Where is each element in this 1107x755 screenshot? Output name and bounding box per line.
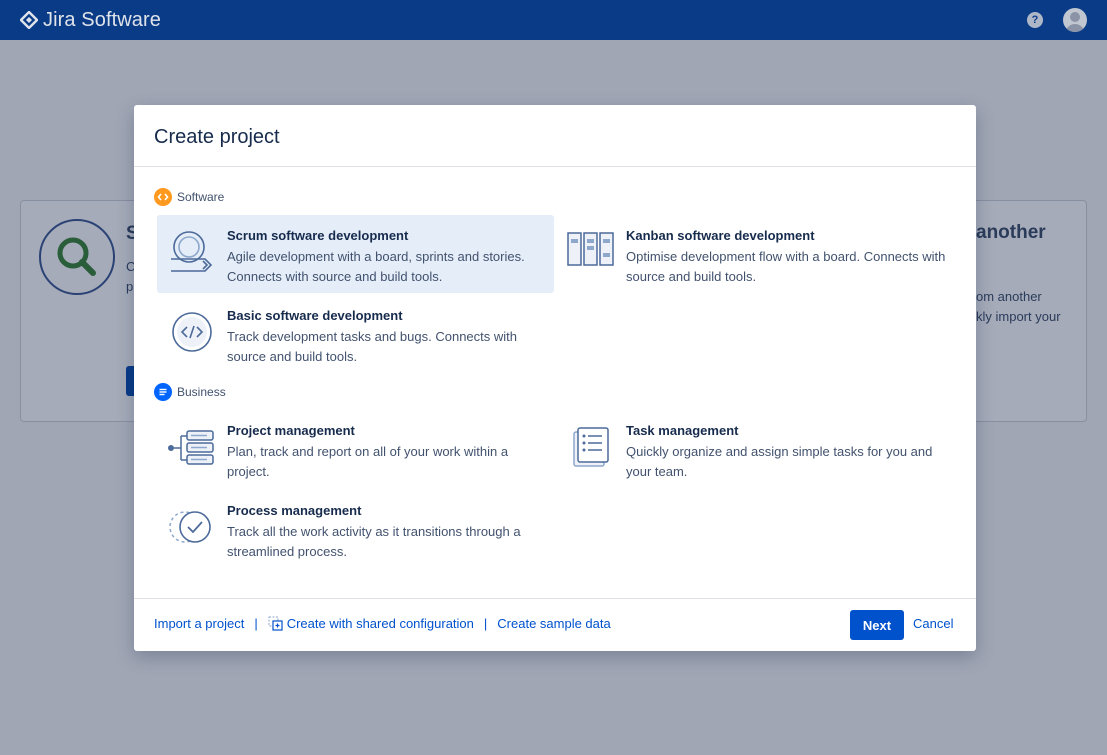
create-shared-config-label: Create with shared configuration (286, 616, 474, 631)
option-process-management[interactable]: Process management Track all the work ac… (157, 490, 554, 568)
copy-config-icon (268, 616, 283, 631)
section-business: Business (154, 383, 226, 401)
dialog-header: Create project (134, 105, 976, 167)
section-label: Software (177, 190, 225, 204)
option-title: Kanban software development (626, 228, 815, 243)
separator: | (254, 616, 258, 631)
option-title: Basic software development (227, 308, 403, 323)
jira-diamond-icon (20, 11, 38, 29)
dialog-footer: Import a project | Create with shared co… (134, 598, 976, 651)
option-title: Scrum software development (227, 228, 409, 243)
option-title: Process management (227, 503, 362, 518)
cancel-button[interactable]: Cancel (913, 616, 953, 631)
background-right-text: om another (976, 289, 1042, 304)
option-basic[interactable]: Basic software development Track develop… (157, 295, 554, 373)
import-project-link[interactable]: Import a project (154, 616, 244, 631)
background-right-title: another (976, 222, 1046, 243)
section-software: Software (154, 188, 224, 206)
document-lines-icon (154, 383, 172, 401)
create-sample-data-link[interactable]: Create sample data (497, 616, 610, 631)
user-avatar-icon[interactable] (1063, 8, 1087, 32)
kanban-board-icon (567, 232, 614, 266)
question-mark-icon[interactable]: ? (1027, 12, 1043, 28)
code-circle-icon (172, 312, 212, 352)
option-description: Track development tasks and bugs. Connec… (227, 329, 517, 364)
option-title: Project management (227, 423, 355, 438)
background-search-icon (39, 219, 115, 295)
background-left-text: p (126, 279, 134, 294)
jira-logo[interactable]: Jira Software (20, 8, 161, 32)
option-description: Track all the work activity as it transi… (227, 524, 521, 559)
create-shared-config-link[interactable]: Create with shared configuration (268, 616, 474, 631)
separator: | (483, 616, 488, 631)
option-description: Quickly organize and assign simple tasks… (626, 444, 933, 479)
app-title: Jira Software (43, 8, 162, 31)
option-task-management[interactable]: Task management Quickly organize and ass… (556, 410, 953, 488)
footer-links: Import a project | Create with shared co… (154, 616, 611, 631)
dialog-title: Create project (154, 126, 280, 148)
check-circle-icon (169, 511, 211, 543)
project-list-icon (168, 430, 214, 465)
create-project-dialog: Create project Software Scrum software d… (134, 105, 976, 651)
option-description: Optimise development flow with a board. … (626, 249, 946, 284)
background-right-text: kly import your (976, 309, 1061, 324)
option-title: Task management (626, 423, 739, 438)
scrum-cycle-icon (171, 231, 213, 272)
next-button[interactable]: Next (850, 610, 904, 640)
option-project-management[interactable]: Project management Plan, track and repor… (157, 410, 554, 488)
section-label: Business (177, 385, 226, 399)
checklist-icon (573, 427, 609, 467)
option-kanban[interactable]: Kanban software development Optimise dev… (556, 215, 953, 293)
top-navigation-bar: Jira Software ? (0, 0, 1107, 40)
option-description: Plan, track and report on all of your wo… (227, 444, 509, 479)
option-scrum[interactable]: Scrum software development Agile develop… (157, 215, 554, 293)
option-description: Agile development with a board, sprints … (227, 249, 525, 284)
code-brackets-icon (154, 188, 172, 206)
